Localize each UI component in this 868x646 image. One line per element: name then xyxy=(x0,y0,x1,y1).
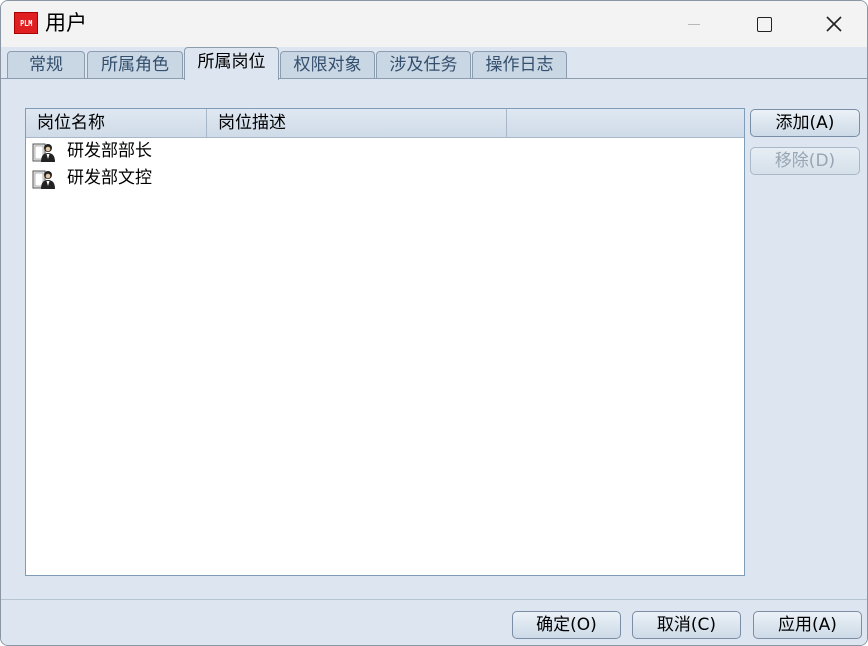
minimize-button[interactable] xyxy=(671,1,717,47)
position-user-icon xyxy=(32,143,55,162)
tab-operation-log[interactable]: 操作日志 xyxy=(472,51,567,79)
column-header-position-description[interactable]: 岗位描述 xyxy=(207,109,507,137)
cancel-button[interactable]: 取消(C) xyxy=(632,611,741,639)
ok-button[interactable]: 确定(O) xyxy=(512,611,621,639)
tab-general[interactable]: 常规 xyxy=(7,51,85,79)
maximize-icon xyxy=(756,16,772,32)
app-icon-text: PLM xyxy=(19,18,33,28)
position-name: 研发部部长 xyxy=(67,141,152,161)
list-row[interactable]: 研发部部长 xyxy=(26,138,744,165)
tab-permission-objects[interactable]: 权限对象 xyxy=(280,51,375,79)
tab-strip: 常规 所属角色 所属岗位 权限对象 涉及任务 操作日志 xyxy=(1,47,867,80)
plm-app-icon: PLM xyxy=(14,12,38,34)
list-row[interactable]: 研发部文控 xyxy=(26,165,744,192)
minimize-icon xyxy=(688,23,700,25)
maximize-button[interactable] xyxy=(741,1,787,47)
tab-roles[interactable]: 所属角色 xyxy=(87,51,183,79)
column-header-position-name[interactable]: 岗位名称 xyxy=(26,109,207,137)
window-title: 用户 xyxy=(45,11,87,35)
positions-list[interactable]: 岗位名称 岗位描述 研发部部长 研发部文控 xyxy=(25,108,745,576)
add-button[interactable]: 添加(A) xyxy=(750,109,860,137)
tab-tasks[interactable]: 涉及任务 xyxy=(376,51,471,79)
apply-button[interactable]: 应用(A) xyxy=(753,611,862,639)
tab-positions[interactable]: 所属岗位 xyxy=(184,47,279,80)
close-button[interactable] xyxy=(811,1,857,47)
title-bar: PLM 用户 xyxy=(1,1,867,47)
close-icon xyxy=(826,16,842,32)
column-header-filler[interactable] xyxy=(507,109,744,137)
position-name: 研发部文控 xyxy=(67,168,152,188)
user-dialog-window: PLM 用户 常规 所属角色 所属岗位 权限对象 涉及任务 操作日志 岗位名称 … xyxy=(0,0,868,646)
remove-button[interactable]: 移除(D) xyxy=(750,147,860,175)
tab-divider xyxy=(1,78,867,79)
list-header: 岗位名称 岗位描述 xyxy=(26,109,744,138)
footer-bar: 确定(O) 取消(C) 应用(A) xyxy=(1,600,867,645)
position-user-icon xyxy=(32,170,55,189)
